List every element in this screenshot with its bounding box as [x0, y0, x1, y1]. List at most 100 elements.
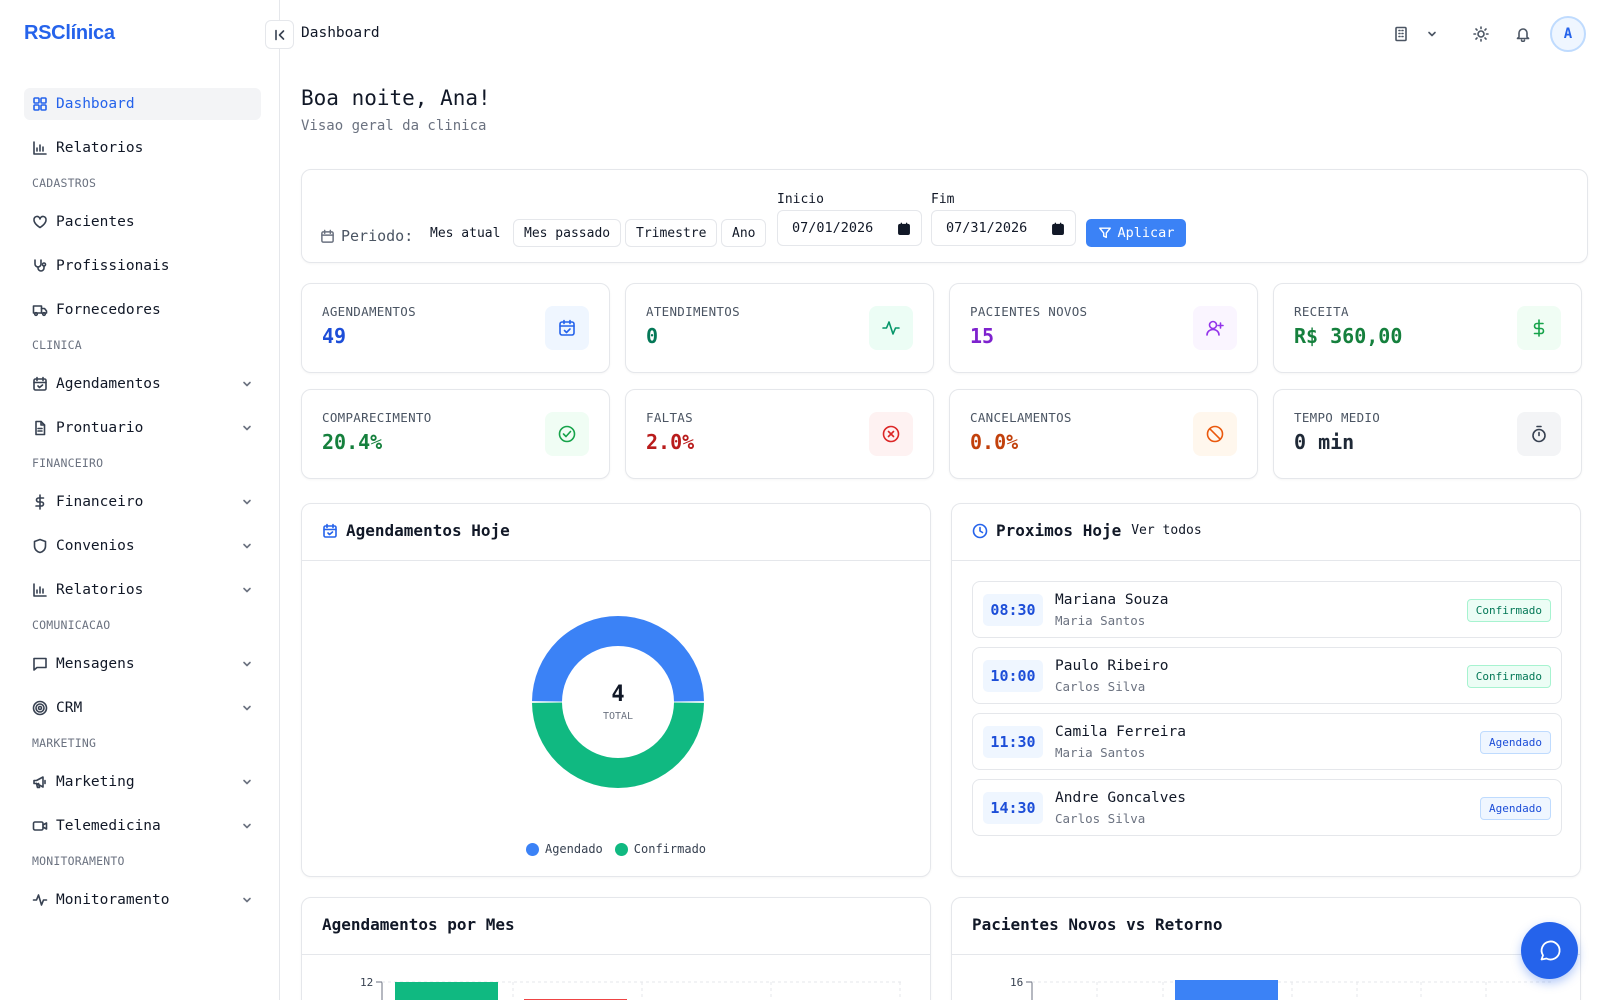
apply-filter-button[interactable]: Aplicar [1086, 219, 1186, 247]
see-all-link[interactable]: Ver todos [1131, 523, 1201, 538]
building-icon[interactable] [1393, 26, 1409, 42]
timer-icon [1532, 425, 1546, 443]
chevron-down-icon [243, 381, 251, 387]
megaphone-icon [33, 776, 46, 789]
legend-label: Confirmado [633, 842, 707, 856]
chart-legend: Agendado Confirmado [302, 842, 930, 856]
appointment-row[interactable]: 11:30 Camila Ferreira Maria Santos Agend… [972, 713, 1562, 770]
professional-name: Maria Santos [1055, 745, 1146, 760]
sidebar-item-mensagens[interactable]: Mensagens [24, 648, 261, 680]
kpi-value: 0 [646, 324, 659, 348]
chevron-down-icon [243, 425, 251, 431]
chat-support-button[interactable] [1521, 922, 1578, 979]
file-text-icon [35, 420, 46, 436]
monthly-appointments-panel: Agendamentos por Mes 12 [301, 897, 931, 1000]
appointment-row[interactable]: 14:30 Andre Goncalves Carlos Silva Agend… [972, 779, 1562, 836]
kpi-faltas[interactable]: FALTAS 2.0% [625, 389, 934, 479]
apply-filter-label: Aplicar [1117, 225, 1175, 241]
monthly-bar-chart [376, 981, 902, 1000]
sidebar-item-relatorios[interactable]: Relatorios [24, 132, 261, 164]
appointment-time: 08:30 [983, 594, 1043, 626]
period-button-ano[interactable]: Ano [721, 219, 767, 247]
calendar-icon[interactable] [1051, 222, 1065, 236]
kpi-value: 15 [970, 324, 995, 348]
professional-name: Maria Santos [1055, 613, 1146, 628]
kpi-atendimentos[interactable]: ATENDIMENTOS 0 [625, 283, 934, 373]
patient-name: Camila Ferreira [1055, 724, 1186, 740]
section-cadastros: CADASTROS [32, 176, 97, 190]
user-avatar[interactable]: A [1550, 16, 1586, 52]
kpi-pacientes-novos[interactable]: PACIENTES NOVOS 15 [949, 283, 1258, 373]
collapse-sidebar-button[interactable] [265, 20, 294, 49]
activity-icon [882, 321, 900, 335]
status-badge: Agendado [1480, 731, 1551, 754]
stethoscope-icon [34, 259, 47, 272]
kpi-icon-box [869, 306, 913, 350]
sidebar-item-financeiro[interactable]: Financeiro [24, 486, 261, 518]
status-badge: Agendado [1480, 797, 1551, 820]
bar-confirmed [395, 982, 498, 1000]
legend-item-confirmado[interactable]: Confirmado [614, 842, 707, 856]
truck-icon [32, 305, 48, 317]
sidebar-item-label: Dashboard [56, 96, 135, 112]
period-button-mes-atual[interactable]: Mes atual [419, 219, 512, 247]
sidebar-item-label: Relatorios [56, 582, 144, 598]
sidebar-item-relatorios-financeiros[interactable]: Relatorios [24, 574, 261, 606]
start-date-input[interactable]: 07/01/2026 [777, 210, 922, 246]
sidebar-item-dashboard[interactable]: Dashboard [24, 88, 261, 120]
sidebar-item-crm[interactable]: CRM [24, 692, 261, 724]
bell-icon[interactable] [1515, 26, 1531, 42]
sidebar-item-telemedicina[interactable]: Telemedicina [24, 810, 261, 842]
legend-item-agendado[interactable]: Agendado [525, 842, 603, 856]
message-circle-icon [1540, 940, 1560, 960]
period-label: Periodo: [320, 227, 413, 245]
section-marketing: MARKETING [32, 736, 97, 750]
grid-icon [33, 97, 47, 111]
appointment-row[interactable]: 10:00 Paulo Ribeiro Carlos Silva Confirm… [972, 647, 1562, 704]
kpi-value: 20.4% [322, 430, 383, 454]
welcome-greeting: Boa noite, Ana! [301, 86, 491, 110]
kpi-comparecimento[interactable]: COMPARECIMENTO 20.4% [301, 389, 610, 479]
message-square-icon [33, 657, 47, 671]
kpi-cancelamentos[interactable]: CANCELAMENTOS 0.0% [949, 389, 1258, 479]
calendar-icon[interactable] [897, 222, 911, 236]
kpi-agendamentos[interactable]: AGENDAMENTOS 49 [301, 283, 610, 373]
sidebar-item-fornecedores[interactable]: Fornecedores [24, 294, 261, 326]
sidebar-item-marketing[interactable]: Marketing [24, 766, 261, 798]
sidebar-item-label: Profissionais [56, 258, 170, 274]
kpi-label: FALTAS [646, 410, 693, 425]
kpi-value: 0.0% [970, 430, 1019, 454]
video-icon [32, 821, 48, 831]
dollar-icon [1533, 319, 1545, 337]
start-date-label: Inicio [777, 192, 824, 207]
sun-icon[interactable] [1473, 26, 1489, 42]
chevron-down-icon [243, 705, 251, 711]
status-badge: Confirmado [1466, 599, 1551, 622]
appointment-time: 10:00 [983, 660, 1043, 692]
chevron-down-icon[interactable] [1426, 28, 1438, 40]
kpi-icon-box [869, 412, 913, 456]
sidebar-item-label: CRM [56, 700, 83, 716]
appointment-row[interactable]: 08:30 Mariana Souza Maria Santos Confirm… [972, 581, 1562, 638]
sidebar-item-pacientes[interactable]: Pacientes [24, 206, 261, 238]
status-badge: Confirmado [1466, 665, 1551, 688]
sidebar-item-agendamentos[interactable]: Agendamentos [24, 368, 261, 400]
sidebar-item-label: Marketing [56, 774, 135, 790]
start-date-value: 07/01/2026 [792, 220, 874, 236]
sidebar-item-convenios[interactable]: Convenios [24, 530, 261, 562]
kpi-receita[interactable]: RECEITA R$ 360,00 [1273, 283, 1582, 373]
period-button-mes-passado[interactable]: Mes passado [513, 219, 622, 247]
sidebar-item-label: Telemedicina [56, 818, 161, 834]
sidebar-item-prontuario[interactable]: Prontuario [24, 412, 261, 444]
period-button-trimestre[interactable]: Trimestre [625, 219, 718, 247]
period-filter-bar: Periodo: Mes atual Mes passado Trimestre… [301, 169, 1588, 263]
end-date-label: Fim [931, 192, 955, 207]
app-logo[interactable]: RSClínica [24, 22, 115, 45]
end-date-input[interactable]: 07/31/2026 [931, 210, 1076, 246]
page-title: Dashboard [301, 25, 380, 41]
kpi-tempo-medio[interactable]: TEMPO MEDIO 0 min [1273, 389, 1582, 479]
sidebar-item-monitoramento[interactable]: Monitoramento [24, 884, 261, 916]
calendar-check-icon [323, 523, 337, 538]
kpi-label: RECEITA [1294, 304, 1349, 319]
sidebar-item-profissionais[interactable]: Profissionais [24, 250, 261, 282]
